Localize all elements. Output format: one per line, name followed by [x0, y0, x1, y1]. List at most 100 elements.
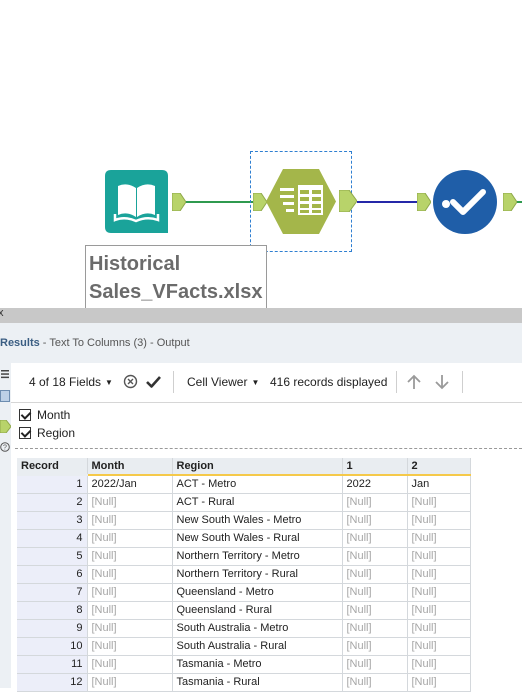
- cell-col-1[interactable]: [Null]: [342, 673, 408, 692]
- close-icon[interactable]: x: [0, 307, 4, 319]
- cell-region[interactable]: ACT - Rural: [172, 493, 343, 512]
- cell-month[interactable]: [Null]: [87, 637, 173, 656]
- cell-record[interactable]: 1: [17, 475, 88, 494]
- cell-col-2[interactable]: [Null]: [407, 583, 471, 602]
- column-header-record[interactable]: Record: [17, 458, 88, 476]
- table-row[interactable]: 2 [Null] ACT - Rural [Null] [Null]: [17, 493, 471, 512]
- connection-wire-blue[interactable]: [357, 201, 418, 203]
- cell-col-1[interactable]: [Null]: [342, 601, 408, 620]
- cell-col-1[interactable]: [Null]: [342, 565, 408, 584]
- cell-month[interactable]: 2022/Jan: [87, 475, 173, 494]
- cell-month[interactable]: [Null]: [87, 511, 173, 530]
- cell-col-2[interactable]: [Null]: [407, 655, 471, 674]
- table-row[interactable]: 10 [Null] South Australia - Rural [Null] [Nu…: [17, 637, 471, 656]
- text-to-columns-tool[interactable]: [266, 168, 336, 235]
- cell-col-2[interactable]: [Null]: [407, 673, 471, 692]
- cell-col-1[interactable]: [Null]: [342, 493, 408, 512]
- cell-region[interactable]: Queensland - Rural: [172, 601, 343, 620]
- cell-record[interactable]: 2: [17, 493, 88, 512]
- cell-record[interactable]: 12: [17, 673, 88, 692]
- cell-region[interactable]: Tasmania - Rural: [172, 673, 343, 692]
- cell-month[interactable]: [Null]: [87, 565, 173, 584]
- cell-region[interactable]: Northern Territory - Rural: [172, 565, 343, 584]
- cell-viewer-dropdown[interactable]: Cell Viewer ▼: [187, 375, 259, 389]
- cell-month[interactable]: [Null]: [87, 601, 173, 620]
- arrow-up-icon[interactable]: [406, 374, 422, 393]
- cell-region[interactable]: New South Wales - Rural: [172, 529, 343, 548]
- menu-icon[interactable]: [0, 369, 10, 382]
- apply-checkmark-icon[interactable]: [145, 374, 162, 392]
- cell-region[interactable]: ACT - Metro: [172, 475, 343, 494]
- text-to-columns-input-anchor[interactable]: [253, 193, 267, 211]
- cell-record[interactable]: 10: [17, 637, 88, 656]
- cell-col-2[interactable]: [Null]: [407, 619, 471, 638]
- cell-col-1[interactable]: [Null]: [342, 529, 408, 548]
- table-row[interactable]: 3 [Null] New South Wales - Metro [Null] [Nul…: [17, 511, 471, 530]
- input-data-tool[interactable]: [105, 170, 168, 233]
- cell-col-1[interactable]: [Null]: [342, 511, 408, 530]
- cell-col-1[interactable]: [Null]: [342, 583, 408, 602]
- cell-record[interactable]: 4: [17, 529, 88, 548]
- column-header-region[interactable]: Region: [172, 458, 343, 476]
- cell-record[interactable]: 9: [17, 619, 88, 638]
- cell-region[interactable]: Northern Territory - Metro: [172, 547, 343, 566]
- table-row[interactable]: 1 2022/Jan ACT - Metro 2022 Jan: [17, 475, 471, 494]
- cell-month[interactable]: [Null]: [87, 529, 173, 548]
- cell-region[interactable]: South Australia - Rural: [172, 637, 343, 656]
- cell-month[interactable]: [Null]: [87, 673, 173, 692]
- text-to-columns-output-anchor[interactable]: [339, 190, 357, 212]
- fields-dropdown[interactable]: 4 of 18 Fields ▼: [29, 375, 113, 389]
- cell-col-1[interactable]: [Null]: [342, 655, 408, 674]
- table-row[interactable]: 8 [Null] Queensland - Rural [Null] [Null]: [17, 601, 471, 620]
- cell-col-2[interactable]: [Null]: [407, 637, 471, 656]
- cell-col-2[interactable]: [Null]: [407, 565, 471, 584]
- cell-record[interactable]: 8: [17, 601, 88, 620]
- check-tool-input-anchor[interactable]: [417, 193, 431, 211]
- cell-col-1[interactable]: [Null]: [342, 619, 408, 638]
- cell-month[interactable]: [Null]: [87, 619, 173, 638]
- table-row[interactable]: 9 [Null] South Australia - Metro [Null] [Nul…: [17, 619, 471, 638]
- cell-col-2[interactable]: Jan: [407, 475, 471, 494]
- cell-month[interactable]: [Null]: [87, 655, 173, 674]
- column-header-2[interactable]: 2: [407, 458, 471, 476]
- table-row[interactable]: 6 [Null] Northern Territory - Rural [Null][…: [17, 565, 471, 584]
- cell-region[interactable]: Tasmania - Metro: [172, 655, 343, 674]
- cell-region[interactable]: South Australia - Metro: [172, 619, 343, 638]
- cell-record[interactable]: 6: [17, 565, 88, 584]
- cell-record[interactable]: 11: [17, 655, 88, 674]
- table-row[interactable]: 7 [Null] Queensland - Metro [Null] [Null]: [17, 583, 471, 602]
- arrow-down-icon[interactable]: [434, 374, 450, 393]
- column-header-1[interactable]: 1: [342, 458, 408, 476]
- cell-col-2[interactable]: [Null]: [407, 601, 471, 620]
- cell-col-1[interactable]: [Null]: [342, 547, 408, 566]
- field-item-region[interactable]: Region: [19, 425, 75, 441]
- field-item-month[interactable]: Month: [19, 407, 70, 423]
- cell-record[interactable]: 3: [17, 511, 88, 530]
- table-row[interactable]: 12 [Null] Tasmania - Rural [Null] [Null]: [17, 673, 471, 692]
- cell-col-1[interactable]: 2022: [342, 475, 408, 494]
- cell-month[interactable]: [Null]: [87, 547, 173, 566]
- table-view-icon[interactable]: [0, 390, 10, 405]
- input-output-anchor[interactable]: [172, 193, 186, 211]
- cell-month[interactable]: [Null]: [87, 493, 173, 512]
- help-icon[interactable]: ?: [0, 442, 10, 455]
- cell-col-2[interactable]: [Null]: [407, 547, 471, 566]
- check-tool-output-anchor[interactable]: [503, 193, 517, 211]
- table-row[interactable]: 5 [Null] Northern Territory - Metro [Null][…: [17, 547, 471, 566]
- cell-region[interactable]: New South Wales - Metro: [172, 511, 343, 530]
- connection-wire-green[interactable]: [186, 201, 253, 203]
- checkbox-checked[interactable]: [19, 409, 31, 421]
- table-row[interactable]: 4 [Null] New South Wales - Rural [Null] [Nul…: [17, 529, 471, 548]
- checkbox-checked[interactable]: [19, 427, 31, 439]
- cell-col-1[interactable]: [Null]: [342, 637, 408, 656]
- check-tool[interactable]: [433, 170, 497, 234]
- cell-col-2[interactable]: [Null]: [407, 529, 471, 548]
- cell-record[interactable]: 5: [17, 547, 88, 566]
- cell-col-2[interactable]: [Null]: [407, 511, 471, 530]
- cell-col-2[interactable]: [Null]: [407, 493, 471, 512]
- column-header-month[interactable]: Month: [87, 458, 173, 476]
- connection-wire-out[interactable]: [517, 201, 522, 203]
- table-row[interactable]: 11 [Null] Tasmania - Metro [Null] [Null]: [17, 655, 471, 674]
- cell-region[interactable]: Queensland - Metro: [172, 583, 343, 602]
- panel-splitter[interactable]: x: [0, 307, 522, 323]
